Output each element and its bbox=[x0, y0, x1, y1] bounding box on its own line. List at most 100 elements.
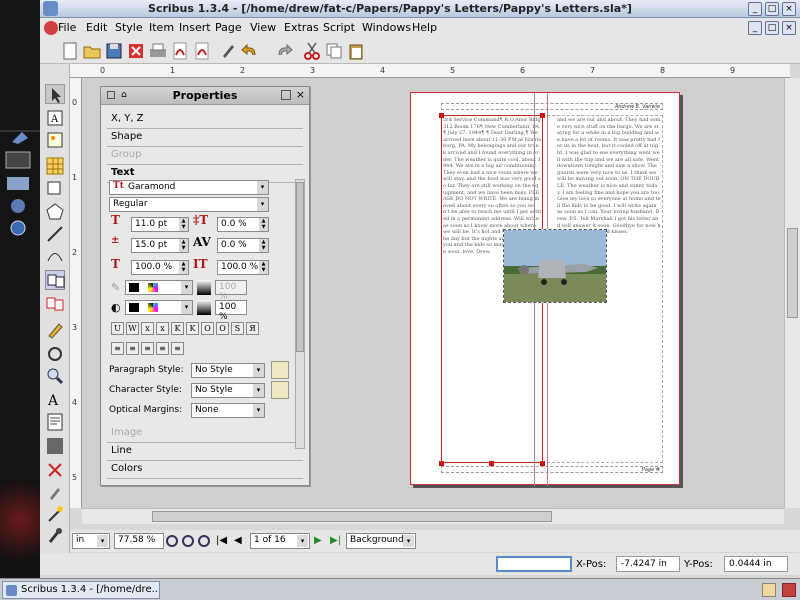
tab-shape[interactable]: Shape bbox=[107, 131, 303, 147]
text-frame-tool-icon[interactable]: A bbox=[45, 108, 65, 128]
pin-icon[interactable] bbox=[6, 126, 34, 148]
undo-icon[interactable] bbox=[240, 41, 260, 61]
select-tool-icon[interactable] bbox=[45, 84, 65, 104]
close-button[interactable]: × bbox=[782, 2, 796, 16]
line-spacing-field[interactable]: 15.0 pt ▲ ▼ bbox=[131, 238, 189, 253]
close-doc-icon[interactable] bbox=[126, 41, 146, 61]
subscript-button[interactable]: x bbox=[141, 322, 154, 335]
fill-shade-field[interactable]: 100 % bbox=[215, 300, 247, 322]
kerning-field[interactable]: 0.0 % ▲ ▼ bbox=[217, 238, 269, 253]
edit-text-tool-icon[interactable]: A bbox=[45, 390, 65, 410]
zoom-field[interactable]: 77.58 % bbox=[114, 533, 164, 549]
doc-close-button[interactable]: × bbox=[782, 21, 796, 35]
tab-line[interactable]: Line bbox=[107, 445, 303, 461]
tab-xyz[interactable]: X, Y, Z bbox=[107, 113, 303, 129]
paragraph-style-select[interactable]: No Style ▾ bbox=[191, 363, 265, 378]
align-right-icon[interactable]: ≡ bbox=[141, 342, 154, 355]
zoom-in-icon[interactable] bbox=[198, 535, 210, 547]
font-size-field[interactable]: 11.0 pt ▲ ▼ bbox=[131, 217, 189, 232]
image-frame-tool-icon[interactable] bbox=[45, 130, 65, 150]
last-page-icon[interactable]: ▶| bbox=[330, 535, 341, 546]
pencil-tool-icon[interactable] bbox=[45, 320, 65, 340]
reverse-button[interactable]: Я bbox=[246, 322, 259, 335]
align-justify-icon[interactable]: ≡ bbox=[156, 342, 169, 355]
tray-icon[interactable] bbox=[782, 583, 796, 597]
image-frame[interactable] bbox=[503, 229, 607, 303]
spin-icon[interactable]: ▲ ▼ bbox=[179, 261, 188, 274]
stroke-color-select[interactable]: ▾ bbox=[125, 280, 193, 295]
pdf-icon[interactable] bbox=[170, 41, 190, 61]
horizontal-scrollbar[interactable] bbox=[82, 508, 784, 524]
font-style-select[interactable]: Regular ▾ bbox=[109, 197, 269, 212]
line-tool-icon[interactable] bbox=[45, 224, 65, 244]
frame-handle[interactable] bbox=[540, 113, 545, 118]
strike-button[interactable]: O bbox=[201, 322, 214, 335]
panel-close-icon[interactable]: × bbox=[296, 88, 305, 101]
small-caps-button[interactable]: K bbox=[186, 322, 199, 335]
align-center-icon[interactable]: ≡ bbox=[126, 342, 139, 355]
color-picker-icon[interactable] bbox=[45, 526, 65, 546]
scrollbar-thumb[interactable] bbox=[152, 511, 552, 522]
properties-titlebar[interactable]: ⌂ Properties × bbox=[101, 87, 309, 105]
menu-windows[interactable]: Windows bbox=[362, 21, 411, 34]
bezier-tool-icon[interactable] bbox=[45, 246, 65, 266]
zoom-tool-icon[interactable] bbox=[45, 366, 65, 386]
copy-properties-icon[interactable] bbox=[45, 460, 65, 480]
doc-restore-button[interactable]: □ bbox=[765, 21, 779, 35]
menu-extras[interactable]: Extras bbox=[284, 21, 319, 34]
superscript-button[interactable]: x bbox=[156, 322, 169, 335]
frame-handle[interactable] bbox=[439, 113, 444, 118]
spin-icon[interactable]: ▲ ▼ bbox=[259, 218, 268, 231]
menu-style[interactable]: Style bbox=[115, 21, 143, 34]
zoom-100-icon[interactable] bbox=[182, 535, 194, 547]
properties-scrollbar[interactable] bbox=[295, 179, 305, 449]
document-page[interactable]: Andrew B. Vanwie Page # 3rd Service Comm… bbox=[410, 92, 680, 486]
align-forced-icon[interactable]: ≡ bbox=[171, 342, 184, 355]
character-style-clear-icon[interactable] bbox=[271, 381, 289, 399]
font-family-select[interactable]: Tt Garamond ▾ bbox=[109, 180, 269, 195]
taskbar-item-scribus[interactable]: Scribus 1.3.4 - [/home/dre... bbox=[2, 581, 160, 599]
rotate-tool-icon[interactable] bbox=[45, 344, 65, 364]
horizontal-ruler[interactable]: 0 1 2 3 4 5 6 7 8 9 bbox=[70, 64, 790, 78]
eye-dropper-icon[interactable] bbox=[45, 482, 65, 502]
polygon-tool-icon[interactable] bbox=[45, 202, 65, 222]
tracking-field[interactable]: 0.0 % ▲ ▼ bbox=[217, 217, 269, 232]
globe-icon[interactable] bbox=[4, 218, 34, 238]
tab-colors[interactable]: Colors bbox=[107, 463, 303, 479]
prev-page-icon[interactable]: ◀ bbox=[234, 535, 242, 546]
edit-mode-icon[interactable] bbox=[218, 41, 238, 61]
maximize-button[interactable]: □ bbox=[765, 2, 779, 16]
spin-icon[interactable]: ▲ ▼ bbox=[179, 218, 188, 231]
properties-panel[interactable]: ⌂ Properties × X, Y, Z Shape Group Text … bbox=[100, 86, 310, 486]
table-tool-icon[interactable] bbox=[45, 156, 65, 176]
outline-button[interactable]: O bbox=[216, 322, 229, 335]
frame-handle[interactable] bbox=[489, 461, 494, 466]
measure-tool-icon[interactable] bbox=[45, 436, 65, 456]
scale-horizontal-field[interactable]: 100.0 % ▲ ▼ bbox=[131, 260, 189, 275]
tray-icon[interactable] bbox=[762, 583, 776, 597]
terminal-icon[interactable] bbox=[4, 150, 34, 170]
fill-color-select[interactable]: ▾ bbox=[125, 300, 193, 315]
vertical-ruler[interactable]: 0 1 2 3 4 5 bbox=[70, 78, 82, 508]
pdf-export-icon[interactable] bbox=[192, 41, 212, 61]
page-header[interactable]: Andrew B. Vanwie bbox=[441, 103, 663, 110]
magic-wand-icon[interactable] bbox=[45, 504, 65, 524]
next-page-icon[interactable]: ▶ bbox=[314, 535, 322, 546]
print-icon[interactable] bbox=[148, 41, 168, 61]
folder-icon[interactable] bbox=[4, 172, 34, 192]
optical-margins-select[interactable]: None ▾ bbox=[191, 403, 265, 418]
menu-help[interactable]: Help bbox=[412, 21, 437, 34]
spin-icon[interactable]: ▲ ▼ bbox=[259, 261, 268, 274]
open-icon[interactable] bbox=[82, 41, 102, 61]
frame-handle[interactable] bbox=[540, 461, 545, 466]
zoom-out-icon[interactable] bbox=[166, 535, 178, 547]
vertical-scrollbar[interactable] bbox=[784, 78, 800, 508]
all-caps-button[interactable]: K bbox=[171, 322, 184, 335]
unlink-frames-icon[interactable] bbox=[45, 294, 65, 314]
save-icon[interactable] bbox=[104, 41, 124, 61]
doc-minimize-button[interactable]: _ bbox=[748, 21, 762, 35]
menu-file[interactable]: File bbox=[58, 21, 76, 34]
shadow-button[interactable]: S bbox=[231, 322, 244, 335]
story-editor-icon[interactable] bbox=[45, 412, 65, 432]
scale-vertical-field[interactable]: 100.0 % ▲ ▼ bbox=[217, 260, 269, 275]
